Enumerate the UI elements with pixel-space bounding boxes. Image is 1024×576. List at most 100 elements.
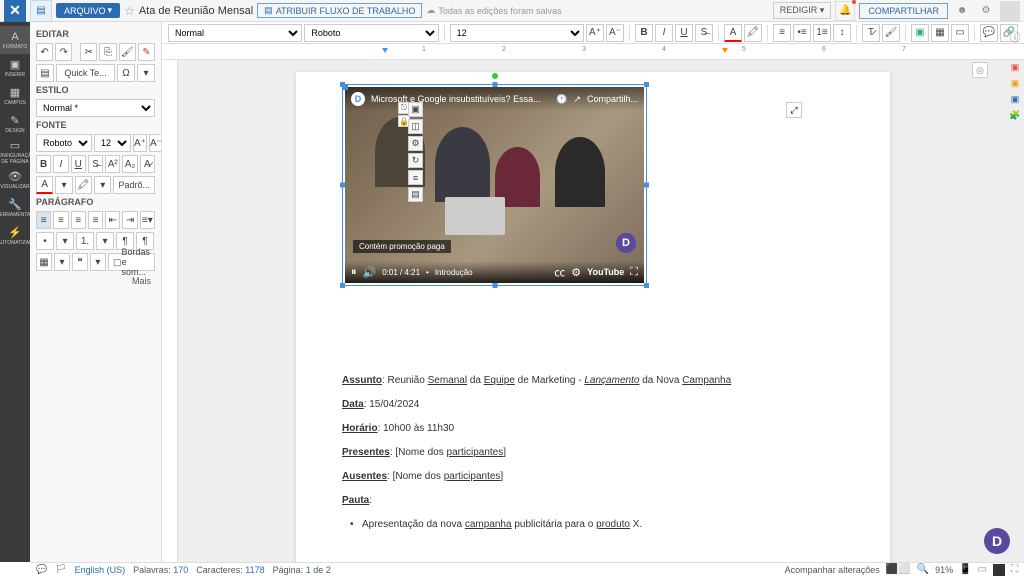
- captions-icon[interactable]: ㏄: [554, 264, 565, 280]
- blogger-icon[interactable]: ▣: [1008, 60, 1022, 74]
- fullscreen-view-icon[interactable]: ⛶: [1011, 564, 1018, 575]
- tb-list-icon[interactable]: •≡: [793, 24, 811, 42]
- favorite-icon[interactable]: ☆: [124, 4, 135, 18]
- cut-icon[interactable]: ✂: [80, 43, 97, 61]
- file-menu[interactable]: ARQUIVO ▾: [56, 3, 120, 18]
- redo-icon[interactable]: ↷: [55, 43, 72, 61]
- align-left-icon[interactable]: ≡: [36, 211, 51, 229]
- italic-icon[interactable]: I: [53, 155, 68, 173]
- tb-style[interactable]: Normal: [168, 24, 302, 42]
- wrap-icon[interactable]: ▣: [408, 102, 423, 117]
- zoom-level[interactable]: 91%: [935, 565, 953, 575]
- compose-button[interactable]: REDIGIR ▾: [773, 2, 832, 19]
- fullscreen-icon[interactable]: ⛶: [630, 266, 638, 279]
- dd7[interactable]: ▾: [90, 253, 106, 271]
- youtube-logo-icon[interactable]: YouTube: [587, 267, 624, 277]
- info-icon[interactable]: ⓘ: [1008, 30, 1022, 44]
- tb-italic-icon[interactable]: I: [655, 24, 673, 42]
- document-body[interactable]: Assunto: Reunião Semanal da Equipe de Ma…: [342, 372, 844, 540]
- mais-link[interactable]: Mais: [36, 274, 155, 288]
- indent-inc-icon[interactable]: ⇥: [122, 211, 137, 229]
- feedback-icon[interactable]: ☻: [952, 1, 972, 21]
- dropdown-icon[interactable]: ▾: [137, 64, 155, 82]
- highlight-icon[interactable]: 🖍: [75, 176, 92, 194]
- tb-comment-icon[interactable]: 💬: [980, 24, 998, 42]
- sidebar-ferramentas[interactable]: 🔧FERRAMENTAS: [0, 194, 30, 222]
- tb-table-icon[interactable]: ▦: [931, 24, 949, 42]
- doc-title[interactable]: Ata de Reunião Mensal: [139, 5, 253, 17]
- clear-format-icon[interactable]: A̷: [140, 155, 155, 173]
- align-obj-icon[interactable]: ≡: [408, 170, 423, 185]
- style-select[interactable]: Normal *: [36, 99, 155, 117]
- notes-icon[interactable]: ▣: [1008, 76, 1022, 90]
- sidebar-inserir[interactable]: ▣INSERIR: [0, 54, 30, 82]
- subscript-icon[interactable]: A₂: [122, 155, 137, 173]
- settings-icon[interactable]: ⚙: [976, 1, 996, 21]
- video-player[interactable]: D Microsoft e Google insubstituíveis? Es…: [345, 87, 644, 283]
- flag-icon[interactable]: 🏳: [55, 564, 66, 575]
- tb-font[interactable]: Roboto: [304, 24, 438, 42]
- expand-icon[interactable]: ⤢: [786, 102, 802, 118]
- tb-highlight-icon[interactable]: 🖍: [744, 24, 762, 42]
- align-right-icon[interactable]: ≡: [71, 211, 86, 229]
- extension-icon[interactable]: 🧩: [1008, 108, 1022, 122]
- tb-numlist-icon[interactable]: 1≡: [813, 24, 831, 42]
- crop-icon[interactable]: ◫: [408, 119, 423, 134]
- underline-icon[interactable]: U: [71, 155, 86, 173]
- tb-underline-icon[interactable]: U: [675, 24, 693, 42]
- tb-bold-icon[interactable]: B: [635, 24, 653, 42]
- align-center-icon[interactable]: ≡: [53, 211, 68, 229]
- sidebar-campos[interactable]: ▦CAMPOS: [0, 82, 30, 110]
- special-char-icon[interactable]: Ω: [117, 64, 135, 82]
- tb-clear-icon[interactable]: T̷: [862, 24, 880, 42]
- size-select[interactable]: 12: [94, 134, 131, 152]
- horizontal-ruler[interactable]: 1 2 3 4 5 6 7: [162, 44, 1024, 60]
- settings-obj-icon[interactable]: ⚙: [408, 136, 423, 151]
- pause-icon[interactable]: ⏸: [351, 266, 357, 279]
- tb-paint-icon[interactable]: 🖌: [882, 24, 900, 42]
- padroes[interactable]: Padrõ...: [113, 176, 155, 194]
- resize-handle[interactable]: [644, 283, 649, 288]
- sidebar-design[interactable]: ✎DESIGN: [0, 110, 30, 138]
- phone-view-icon[interactable]: 📱: [959, 564, 971, 575]
- dd5[interactable]: ▾: [96, 232, 114, 250]
- tb-video-icon[interactable]: ▭: [951, 24, 969, 42]
- assistant-fab[interactable]: D: [984, 528, 1010, 554]
- templates-icon[interactable]: ▤: [36, 64, 54, 82]
- indent-dec-icon[interactable]: ⇤: [105, 211, 120, 229]
- spacing-icon[interactable]: ≡▾: [140, 211, 155, 229]
- dropdown2[interactable]: ▾: [55, 176, 72, 194]
- tb-strike-icon[interactable]: S̶: [695, 24, 713, 42]
- tb-size[interactable]: 12: [450, 24, 584, 42]
- rotation-handle[interactable]: [492, 73, 498, 79]
- outline-toggle-icon[interactable]: ◎: [972, 62, 988, 78]
- font-select[interactable]: Roboto: [36, 134, 92, 152]
- increase-font-icon[interactable]: A⁺: [133, 134, 147, 152]
- copy-icon[interactable]: ⎘: [99, 43, 116, 61]
- replace-icon[interactable]: ↻: [408, 153, 423, 168]
- align-justify-icon[interactable]: ≡: [88, 211, 103, 229]
- bold-icon[interactable]: B: [36, 155, 51, 173]
- contacts-icon[interactable]: ▣: [1008, 92, 1022, 106]
- bell-icon[interactable]: 🔔: [835, 1, 855, 21]
- channel-logo-icon[interactable]: D: [351, 92, 365, 106]
- avatar[interactable]: [1000, 1, 1020, 21]
- resize-handle[interactable]: [340, 283, 345, 288]
- zoom-out-icon[interactable]: 🔍: [917, 564, 929, 575]
- watch-later-icon[interactable]: 🕐: [556, 94, 567, 105]
- dd4[interactable]: ▾: [56, 232, 74, 250]
- close-button[interactable]: ✕: [4, 0, 26, 22]
- video-selection[interactable]: D Microsoft e Google insubstituíveis? Es…: [342, 84, 647, 286]
- shading-icon[interactable]: ▦: [36, 253, 52, 271]
- video-settings-icon[interactable]: ⚙: [571, 266, 581, 279]
- undo-icon[interactable]: ↶: [36, 43, 53, 61]
- dropdown3[interactable]: ▾: [94, 176, 111, 194]
- marker-icon[interactable]: ✎: [138, 43, 155, 61]
- share-button[interactable]: COMPARTILHAR: [859, 3, 948, 19]
- superscript-icon[interactable]: A²: [105, 155, 120, 173]
- share-video-icon[interactable]: ↗: [573, 94, 581, 105]
- page-view-icon[interactable]: [993, 564, 1005, 576]
- volume-icon[interactable]: 🔊: [363, 266, 377, 279]
- tb-align-icon[interactable]: ≡: [773, 24, 791, 42]
- dd6[interactable]: ▾: [54, 253, 70, 271]
